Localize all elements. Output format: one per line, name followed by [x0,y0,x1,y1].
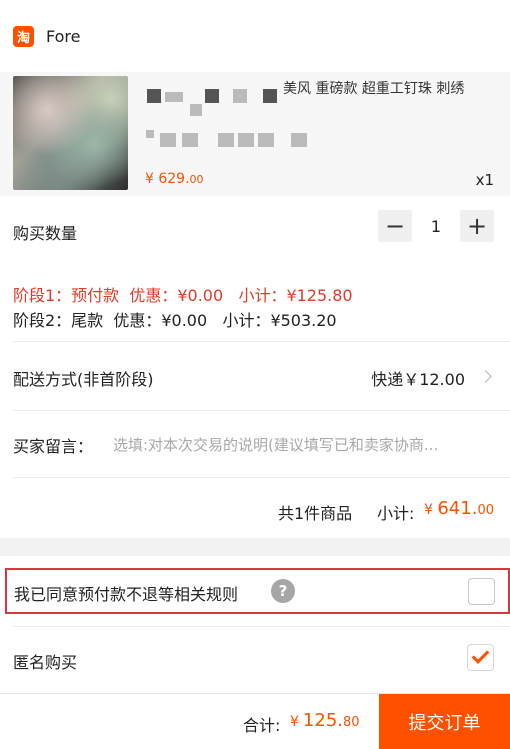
delivery-value: 快递￥12.00 [371,370,465,389]
order-footer: 合计: ¥125.80 提交订单 [0,693,510,749]
taobao-shop-icon: 淘 [13,25,34,47]
increase-button[interactable]: + [460,210,494,242]
delivery-label: 配送方式(非首阶段) [13,370,154,389]
agreement-checkbox[interactable] [468,578,495,605]
agreement-label: 我已同意预付款不退等相关规则 [14,585,239,604]
phase-2: 阶段2：尾款 优惠：¥0.00 小计：¥503.20 [13,311,337,330]
checkmark-icon [471,646,490,664]
agreement-row[interactable]: 我已同意预付款不退等相关规则 ? [5,568,510,614]
total-label: 合计: [243,716,281,735]
order-summary: 共1件商品 小计: ¥ 641.00 [0,478,510,538]
product-card[interactable]: 美风 重磅款 超重工钉珠 刺绣 ¥ 629.00 x1 [0,72,510,196]
product-price: ¥ 629.00 [145,171,204,187]
shop-name[interactable]: Fore [46,27,81,46]
phase-1: 阶段1：预付款 优惠：¥0.00 小计：¥125.80 [13,286,353,305]
product-image[interactable] [13,76,128,190]
product-quantity: x1 [475,171,494,189]
summary-subtotal-label: 小计: [377,504,415,523]
decrease-button[interactable]: − [378,210,412,242]
delivery-row[interactable]: 配送方式(非首阶段) 快递￥12.00 [0,342,510,410]
buyer-message-label: 买家留言： [13,437,94,456]
section-gap [0,538,510,556]
product-title[interactable]: 美风 重磅款 超重工钉珠 刺绣 [283,78,510,100]
buyer-message-input[interactable]: 选填:对本次交易的说明(建议填写已和卖家协商... [113,434,493,455]
payment-phases: 阶段1：预付款 优惠：¥0.00 小计：¥125.80 阶段2：尾款 优惠：¥0… [0,264,510,342]
anonymous-row[interactable]: 匿名购买 [0,627,510,693]
help-icon[interactable]: ? [271,579,295,603]
chevron-right-icon [479,370,492,383]
shop-header[interactable]: 淘 Fore [0,0,510,72]
summary-subtotal-value: ¥ 641.00 [424,498,494,519]
purchase-quantity-label: 购买数量 [13,224,78,243]
quantity-value[interactable]: 1 [412,217,460,236]
buyer-message-row: 买家留言： 选填:对本次交易的说明(建议填写已和卖家协商... [0,411,510,477]
anonymous-label: 匿名购买 [13,653,78,672]
anonymous-checkbox[interactable] [467,644,494,671]
submit-order-button[interactable]: 提交订单 [379,694,510,749]
purchase-quantity-row: 购买数量 − 1 + [0,196,510,264]
total-value: ¥125.80 [290,710,360,731]
item-count: 共1件商品 [278,504,353,523]
quantity-stepper: − 1 + [378,210,494,242]
